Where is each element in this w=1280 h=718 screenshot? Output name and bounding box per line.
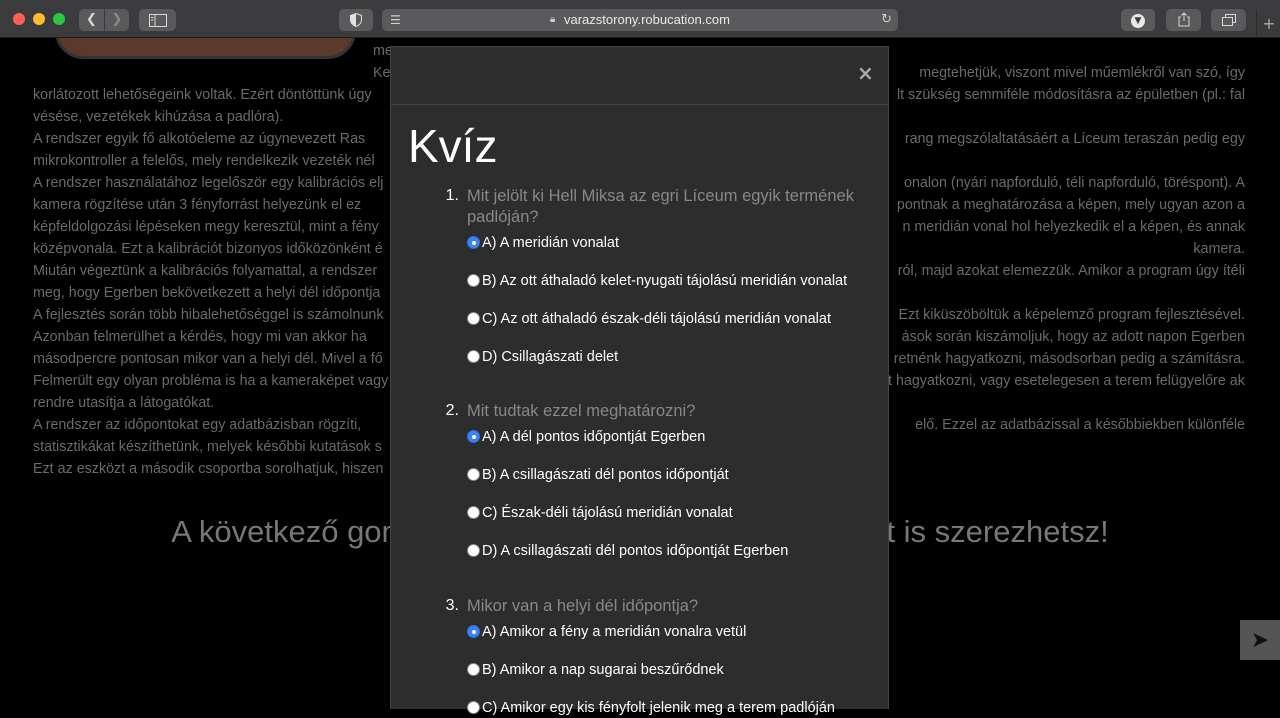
answer-label[interactable]: B) A csillagászati dél pontos időpontját [482,465,729,485]
answer-label[interactable]: B) Az ott áthaladó kelet-nyugati tájolás… [482,271,847,291]
close-icon[interactable]: × [857,61,874,85]
header-image [55,38,356,59]
shield-icon [350,12,362,28]
article-line: onalon (nyári napforduló, téli napfordul… [904,175,1245,191]
article-line: középvonala. Ezt a kalibrációt bizonyos … [33,241,383,257]
chevron-right-icon: ❯ [111,12,123,27]
article-line [888,392,1245,414]
article-line: rang megszólaltatásáért a Líceum teraszá… [904,131,1245,147]
article-line [888,150,1245,172]
modal-header: × [391,47,888,105]
share-button[interactable] [1166,9,1201,31]
question-number: 3. [445,597,459,614]
radio-button[interactable] [467,430,480,443]
answer-label[interactable]: D) A csillagászati dél pontos időpontját… [482,541,788,561]
radio-button[interactable] [467,468,480,481]
article-line: pontnak a meghatározása a képen, mely ug… [896,197,1245,213]
article-line: képfeldolgozási lépéseken megy keresztül… [33,219,379,235]
article-line: lt szükség semmiféle módosításra az épül… [896,87,1245,103]
article-line [888,282,1245,304]
sidebar-icon [148,14,167,27]
plus-icon: + [1262,14,1276,33]
answer-label[interactable]: C) Észak-déli tájolású meridián vonalat [482,503,733,523]
new-tab-button[interactable]: + [1256,10,1280,38]
privacy-report-button[interactable] [339,9,373,31]
radio-button[interactable] [467,625,480,638]
share-icon [1178,12,1189,27]
article-line: vésése, vezetékek kihúzása a padlóra). [33,109,284,125]
article-line: megtehetjük, viszont mivel műemlékről va… [919,65,1245,81]
answer-label[interactable]: A) Amikor a fény a meridián vonalra vetü… [482,622,746,642]
radio-button[interactable] [467,663,480,676]
question-text: Mikor van a helyi dél időpontja? [467,597,699,615]
article-line: rendre utasítja a látogatókat. [33,395,215,411]
fullscreen-window-button[interactable] [53,13,65,25]
article-line: Miután végeztünk a kalibrációs folyamatt… [33,263,378,279]
radio-button[interactable] [467,312,480,325]
article-line: kamera. [1193,241,1245,257]
radio-button[interactable] [467,506,480,519]
modal-title: Kvíz [408,120,498,172]
article-line: mikrokontroller a felelős, mely rendelke… [33,153,375,169]
answer-label[interactable]: D) Csillagászati delet [482,347,618,367]
article-line: Felmerült egy olyan probléma is ha a kam… [33,373,389,389]
back-button[interactable]: ❮ [79,9,104,31]
article-line [888,106,1245,128]
radio-button[interactable] [467,350,480,363]
article-line: retnénk hagyatkozni, másodsorban pedig a… [893,351,1245,367]
arrow-up-icon: ➤ [1250,627,1270,652]
article-line: A rendszer az időpontokat egy adatbázisb… [33,417,362,433]
chevron-left-icon: ❮ [86,12,97,27]
question-text: Mit jelölt ki Hell Miksa az egri Líceum … [467,187,854,226]
article-line [888,458,1245,480]
article-line: A rendszer egyik fő alkotóeleme az úgyne… [33,131,366,147]
question-number: 1. [445,187,459,204]
radio-button[interactable] [467,236,480,249]
article-line: másodpercre pontosan mikor van a helyi d… [33,351,383,367]
article-line: n meridián vonal hol helyezkedik el a ké… [902,219,1245,235]
article-text-left: korlátozott lehetőségeink voltak. Ezért … [33,84,390,480]
article-line: elő. Ezzel az adatbázissal a későbbiekbe… [915,417,1245,433]
article-line: meg, hogy Egerben bekövetkezett a helyi … [33,285,381,301]
radio-button[interactable] [467,701,480,714]
answer-label[interactable]: C) Az ott áthaladó észak-déli tájolású m… [482,309,831,329]
reload-icon[interactable]: ↻ [881,9,892,31]
sidebar-button[interactable] [139,9,176,31]
radio-button[interactable] [467,544,480,557]
answer-label[interactable]: B) Amikor a nap sugarai beszűrődnek [482,660,724,680]
quiz-modal: × Kvíz 1. Mit jelölt ki Hell Miksa az egr… [390,46,889,716]
minimize-window-button[interactable] [33,13,45,25]
tabs-icon [1221,14,1236,26]
article-line: A rendszer használatához legelőször egy … [33,175,384,191]
lock-icon: 🔒︎ [550,14,556,25]
address-bar[interactable]: ☰ 🔒︎ varazstorony.robucation.com ↻ [382,9,898,31]
article-line: kamera rögzítése után 3 fényforrást hely… [33,197,362,213]
answer-label[interactable]: A) A dél pontos időpontját Egerben [482,427,705,447]
forward-button[interactable]: ❯ [105,9,129,31]
article-line: Ezt kiküszöböltük a képelemző program fe… [898,307,1245,323]
close-window-button[interactable] [13,13,25,25]
answer-label[interactable]: C) Amikor egy kis fényfolt jelenik meg a… [482,698,835,718]
article-line: ások során kiszámoljuk, hogy az adott na… [901,329,1245,345]
scroll-to-top-button[interactable]: ➤ [1240,620,1280,660]
article-line: ról, majd azokat elemezzük. Amikor a pro… [897,263,1245,279]
article-line: korlátozott lehetőségeink voltak. Ezért … [33,87,372,103]
reader-icon[interactable]: ☰ [390,9,401,31]
article-line: Azonban felmerülhet a kérdés, hogy mi va… [33,329,367,345]
article-line: t hagyatkozni, vagy esetelegesen a terem… [888,373,1245,389]
article-text-right: megtehetjük, viszont mivel műemlékről va… [888,62,1245,480]
question-number: 2. [445,402,459,419]
question-text: Mit tudtak ezzel meghatározni? [467,402,696,420]
radio-button[interactable] [467,274,480,287]
answer-label[interactable]: A) A meridián vonalat [482,233,619,253]
url-text: varazstorony.robucation.com [564,12,730,27]
browser-toolbar: ❮ ❯ ☰ 🔒︎ varazstorony.robucation.com ↻ ▼… [0,0,1280,38]
tab-overview-button[interactable] [1211,9,1246,31]
article-line [888,436,1245,458]
article-line: Ezt az eszközt a második csoportba sorol… [33,461,384,477]
article-line: statisztikákat készíthetünk, melyek késő… [33,439,382,455]
article-line: A fejlesztés során több hibalehetőséggel… [33,307,384,323]
download-icon: ▼ [1131,14,1145,28]
downloads-button[interactable]: ▼ [1121,9,1155,31]
